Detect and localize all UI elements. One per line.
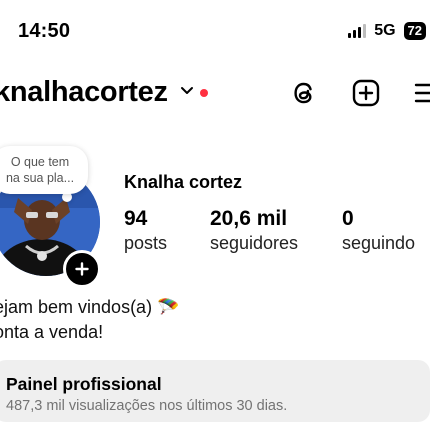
posts-label[interactable]: posts: [124, 233, 167, 254]
status-time: 14:50: [18, 20, 71, 42]
followers-count[interactable]: 20,6 mil: [210, 207, 287, 231]
plus-square-icon[interactable]: [351, 78, 381, 108]
note-text-line1: O que tem: [10, 155, 70, 169]
network-type: 5G: [374, 22, 396, 39]
menu-icon[interactable]: [412, 78, 430, 108]
status-indicators: 5G 72: [348, 22, 426, 40]
notification-dot: [200, 89, 208, 97]
note-bubble[interactable]: O que tem na sua pla...: [0, 146, 88, 194]
following-count[interactable]: 0: [342, 207, 354, 231]
following-label[interactable]: seguindo: [342, 233, 415, 254]
professional-dashboard-subtitle: 487,3 mil visualizações nos últimos 30 d…: [6, 398, 288, 414]
bio-line-1: ejam bem vindos(a) 🪂: [0, 297, 180, 317]
bio-line-2: onta a venda!: [0, 322, 104, 342]
plus-icon: [75, 262, 89, 276]
signal-icon: [348, 24, 367, 38]
chevron-down-icon[interactable]: [180, 86, 194, 96]
display-name: Knalha cortez: [124, 172, 243, 192]
battery-icon: 72: [403, 22, 426, 40]
posts-count[interactable]: 94: [124, 207, 147, 231]
profile-username[interactable]: knalhacortez: [0, 76, 168, 109]
add-story-button[interactable]: [63, 250, 101, 288]
professional-dashboard-title: Painel profissional: [6, 374, 162, 394]
followers-label[interactable]: seguidores: [210, 233, 298, 254]
note-text-line2: na sua pla...: [5, 171, 75, 185]
threads-icon[interactable]: [289, 78, 319, 108]
